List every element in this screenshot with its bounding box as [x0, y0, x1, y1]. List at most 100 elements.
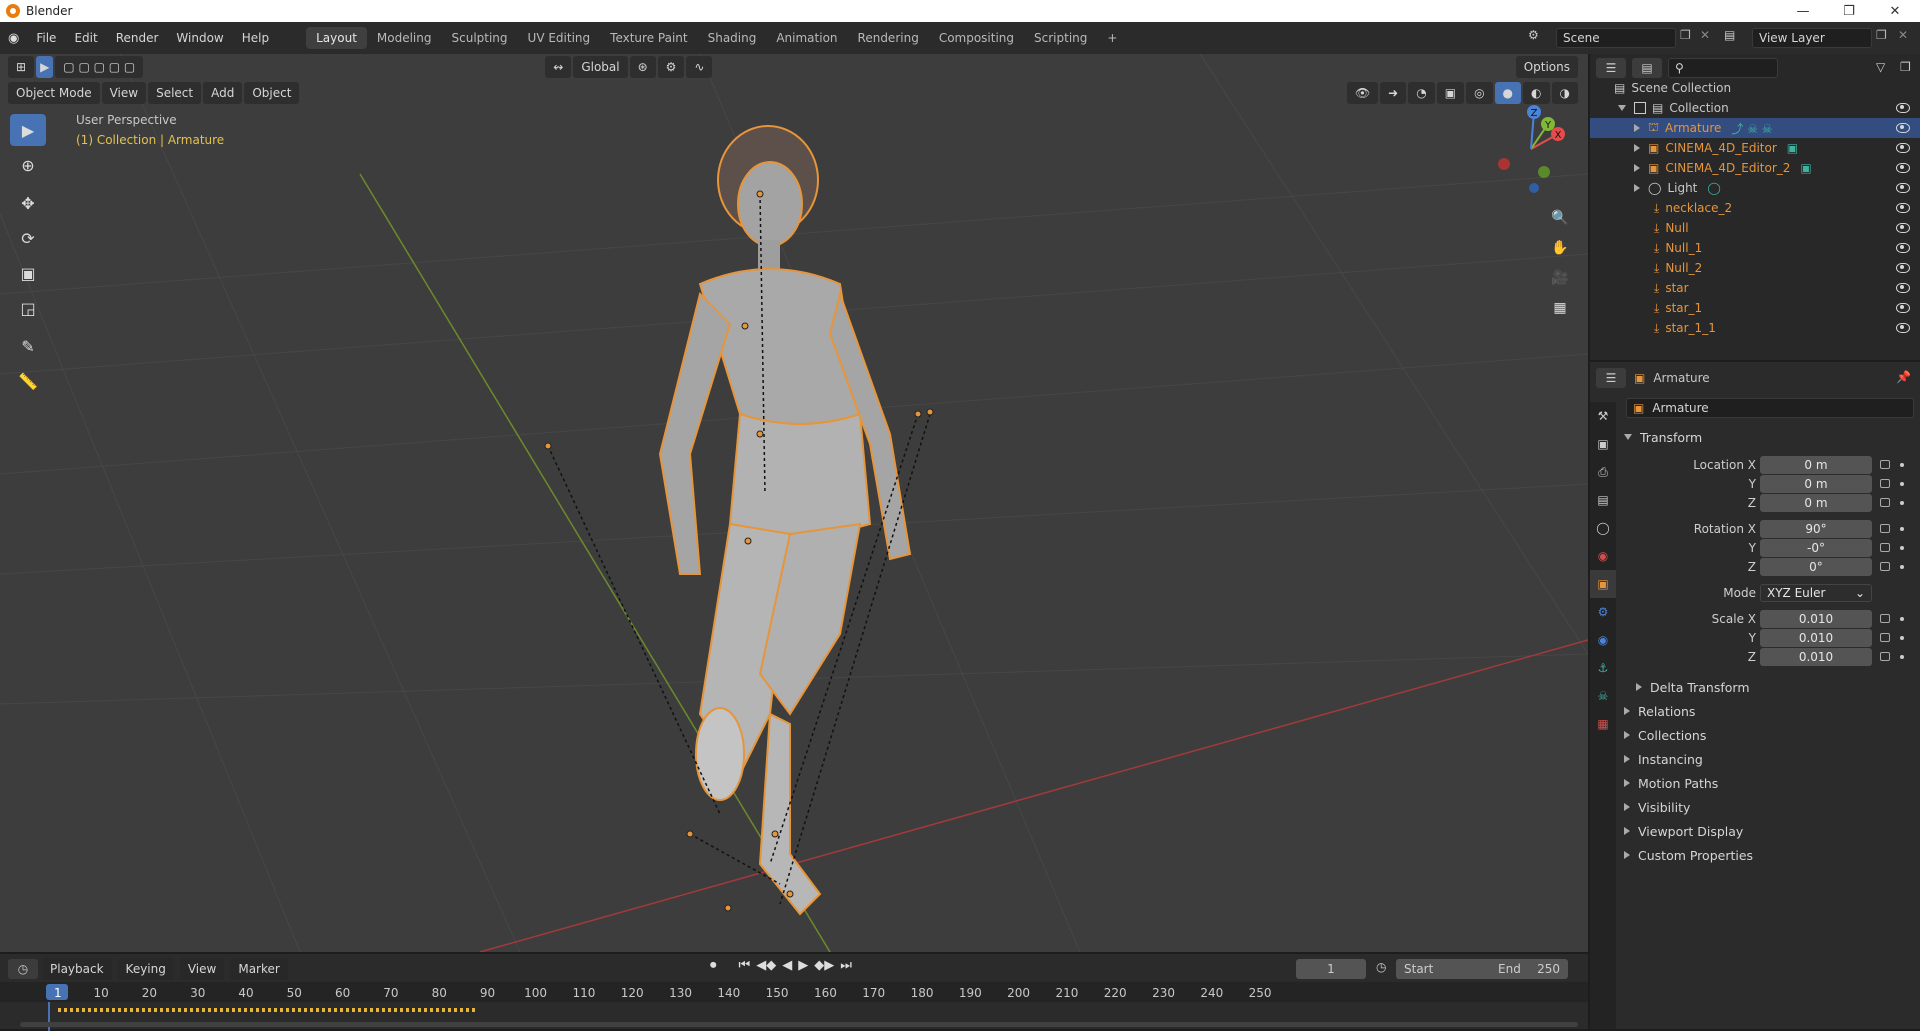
collection-visibility-icon[interactable] — [1896, 103, 1910, 113]
clock-icon[interactable]: ◷ — [1376, 960, 1386, 974]
xray-icon[interactable]: ▣ — [1436, 82, 1465, 104]
tab-texture-paint[interactable]: Texture Paint — [600, 27, 697, 49]
object-name-field[interactable]: ▣ Armature — [1626, 398, 1914, 418]
outliner-item-star-1-1[interactable]: star_1_1 — [1665, 321, 1716, 335]
world-tab-icon[interactable]: ◉ — [1590, 542, 1616, 570]
delete-scene-icon[interactable]: ✕ — [1700, 28, 1710, 42]
new-scene-icon[interactable]: ❐ — [1680, 28, 1691, 42]
jump-start-icon[interactable]: ⏮ — [739, 958, 751, 973]
minimize-icon[interactable]: — — [1780, 0, 1826, 22]
relations-panel[interactable]: Relations — [1618, 700, 1918, 722]
delete-view-layer-icon[interactable]: ✕ — [1898, 28, 1908, 42]
3d-viewport[interactable]: ⊞ ▶ ▢ ▢ ▢ ▢ ▢ ↭ Global ⊛ ⚙ ∿ Options Obj… — [0, 54, 1588, 952]
solid-shading-icon[interactable]: ● — [1494, 82, 1522, 104]
properties-editor-type-icon[interactable]: ☰ — [1596, 368, 1626, 388]
menu-add[interactable]: Add — [203, 82, 243, 104]
keyframe-dot-icon[interactable] — [1900, 482, 1904, 486]
new-view-layer-icon[interactable]: ❐ — [1876, 28, 1887, 42]
texture-tab-icon[interactable]: ▦ — [1590, 710, 1616, 738]
expand-icon[interactable] — [1634, 164, 1640, 172]
motion-paths-panel[interactable]: Motion Paths — [1618, 772, 1918, 794]
outliner-editor-type-icon[interactable]: ☰ — [1596, 58, 1626, 78]
timeline-editor-type-icon[interactable]: ◷ — [8, 959, 38, 979]
visibility-icon[interactable] — [1896, 183, 1910, 193]
view-layer-icon[interactable]: ▤ — [1724, 28, 1735, 42]
jump-end-icon[interactable]: ⏭ — [840, 958, 852, 973]
lock-icon[interactable] — [1880, 614, 1890, 623]
rotate-tool-icon[interactable]: ⟳ — [10, 222, 46, 254]
scene-field[interactable]: Scene — [1556, 28, 1676, 48]
visibility-icon[interactable] — [1896, 163, 1910, 173]
scale-tool-icon[interactable]: ▣ — [10, 257, 46, 289]
visibility-icon[interactable] — [1896, 243, 1910, 253]
lock-icon[interactable] — [1880, 524, 1890, 533]
rotation-mode-dropdown[interactable]: XYZ Euler ⌄ — [1760, 584, 1872, 602]
editor-type-icon[interactable]: ⊞ — [8, 56, 35, 78]
outliner-item-necklace-2[interactable]: necklace_2 — [1665, 201, 1732, 215]
lock-icon[interactable] — [1880, 652, 1890, 661]
zoom-icon[interactable]: 🔍 — [1546, 204, 1574, 232]
rotation-x-field[interactable]: 90° — [1760, 520, 1872, 538]
view-layer-field[interactable]: View Layer — [1752, 28, 1872, 48]
collections-panel[interactable]: Collections — [1618, 724, 1918, 746]
pan-hand-icon[interactable]: ✋ — [1546, 234, 1574, 262]
menu-edit[interactable]: Edit — [65, 31, 106, 45]
location-x-field[interactable]: 0 m — [1760, 456, 1872, 474]
object-mode-dropdown[interactable]: Object Mode — [8, 82, 100, 104]
material-shading-icon[interactable]: ◐ — [1523, 82, 1550, 104]
scene-icon[interactable]: ⚙ — [1528, 28, 1539, 42]
pin-icon[interactable]: 📌 — [1896, 370, 1911, 384]
outliner-collection[interactable]: Collection — [1669, 101, 1728, 115]
blender-menu-icon[interactable]: ◉ — [8, 31, 19, 46]
keyframe-dot-icon[interactable] — [1900, 463, 1904, 467]
outliner-item-null-2[interactable]: Null_2 — [1665, 261, 1702, 275]
add-workspace-button[interactable]: + — [1097, 27, 1127, 49]
tab-sculpting[interactable]: Sculpting — [442, 27, 518, 49]
menu-render[interactable]: Render — [107, 31, 168, 45]
snap-icon[interactable]: ⚙ — [657, 56, 685, 78]
outliner-item-star-1[interactable]: star_1 — [1665, 301, 1702, 315]
delta-transform-panel[interactable]: Delta Transform — [1630, 676, 1920, 698]
timeline-scrollbar[interactable] — [20, 1022, 1578, 1027]
keying-menu[interactable]: Keying — [117, 958, 174, 980]
cursor-tool-icon[interactable]: ⊕ — [10, 149, 46, 181]
scale-x-field[interactable]: 0.010 — [1760, 610, 1872, 628]
outliner-item-light[interactable]: Light — [1667, 181, 1697, 195]
camera-view-icon[interactable]: 🎥 — [1546, 264, 1574, 292]
keyframe-dot-icon[interactable] — [1900, 527, 1904, 531]
custom-properties-panel[interactable]: Custom Properties — [1618, 844, 1918, 866]
visibility-icon[interactable] — [1896, 303, 1910, 313]
transform-panel-header[interactable]: Transform — [1618, 426, 1918, 448]
current-frame-field[interactable]: 1 — [1296, 959, 1366, 979]
outliner-item-cinema-4d-editor[interactable]: CINEMA_4D_Editor — [1665, 141, 1776, 155]
measure-tool-icon[interactable]: 📏 — [10, 365, 46, 397]
overlay-toggle-icon[interactable]: ◔ — [1408, 82, 1435, 104]
location-y-field[interactable]: 0 m — [1760, 475, 1872, 493]
lock-icon[interactable] — [1880, 498, 1890, 507]
wireframe-shading-icon[interactable]: ◎ — [1466, 82, 1493, 104]
outliner-item-star[interactable]: star — [1665, 281, 1688, 295]
tab-modeling[interactable]: Modeling — [367, 27, 442, 49]
character-model[interactable] — [658, 125, 912, 916]
lock-icon[interactable] — [1880, 633, 1890, 642]
close-icon[interactable]: ✕ — [1872, 0, 1918, 22]
move-tool-icon[interactable]: ✥ — [10, 187, 46, 219]
expand-icon[interactable] — [1634, 144, 1640, 152]
armature-data-tab-icon[interactable]: ☠ — [1590, 682, 1616, 710]
record-icon[interactable]: ⏺ — [710, 958, 717, 973]
end-frame-field[interactable]: End 250 — [1490, 959, 1568, 979]
menu-file[interactable]: File — [27, 31, 65, 45]
outliner-item-null[interactable]: Null — [1665, 221, 1688, 235]
rotation-z-field[interactable]: 0° — [1760, 558, 1872, 576]
outliner-item-armature[interactable]: Armature — [1665, 121, 1721, 135]
object-tab-icon[interactable]: ▣ — [1590, 570, 1616, 598]
visibility-icon[interactable] — [1896, 263, 1910, 273]
scale-z-field[interactable]: 0.010 — [1760, 648, 1872, 666]
visibility-panel[interactable]: Visibility — [1618, 796, 1918, 818]
proportional-edit-icon[interactable]: ∿ — [686, 56, 713, 78]
armature-visibility-icon[interactable] — [1896, 123, 1910, 133]
collection-checkbox[interactable] — [1634, 102, 1646, 114]
keyframe-dot-icon[interactable] — [1900, 501, 1904, 505]
viewport-display-panel[interactable]: Viewport Display — [1618, 820, 1918, 842]
tab-shading[interactable]: Shading — [698, 27, 767, 49]
